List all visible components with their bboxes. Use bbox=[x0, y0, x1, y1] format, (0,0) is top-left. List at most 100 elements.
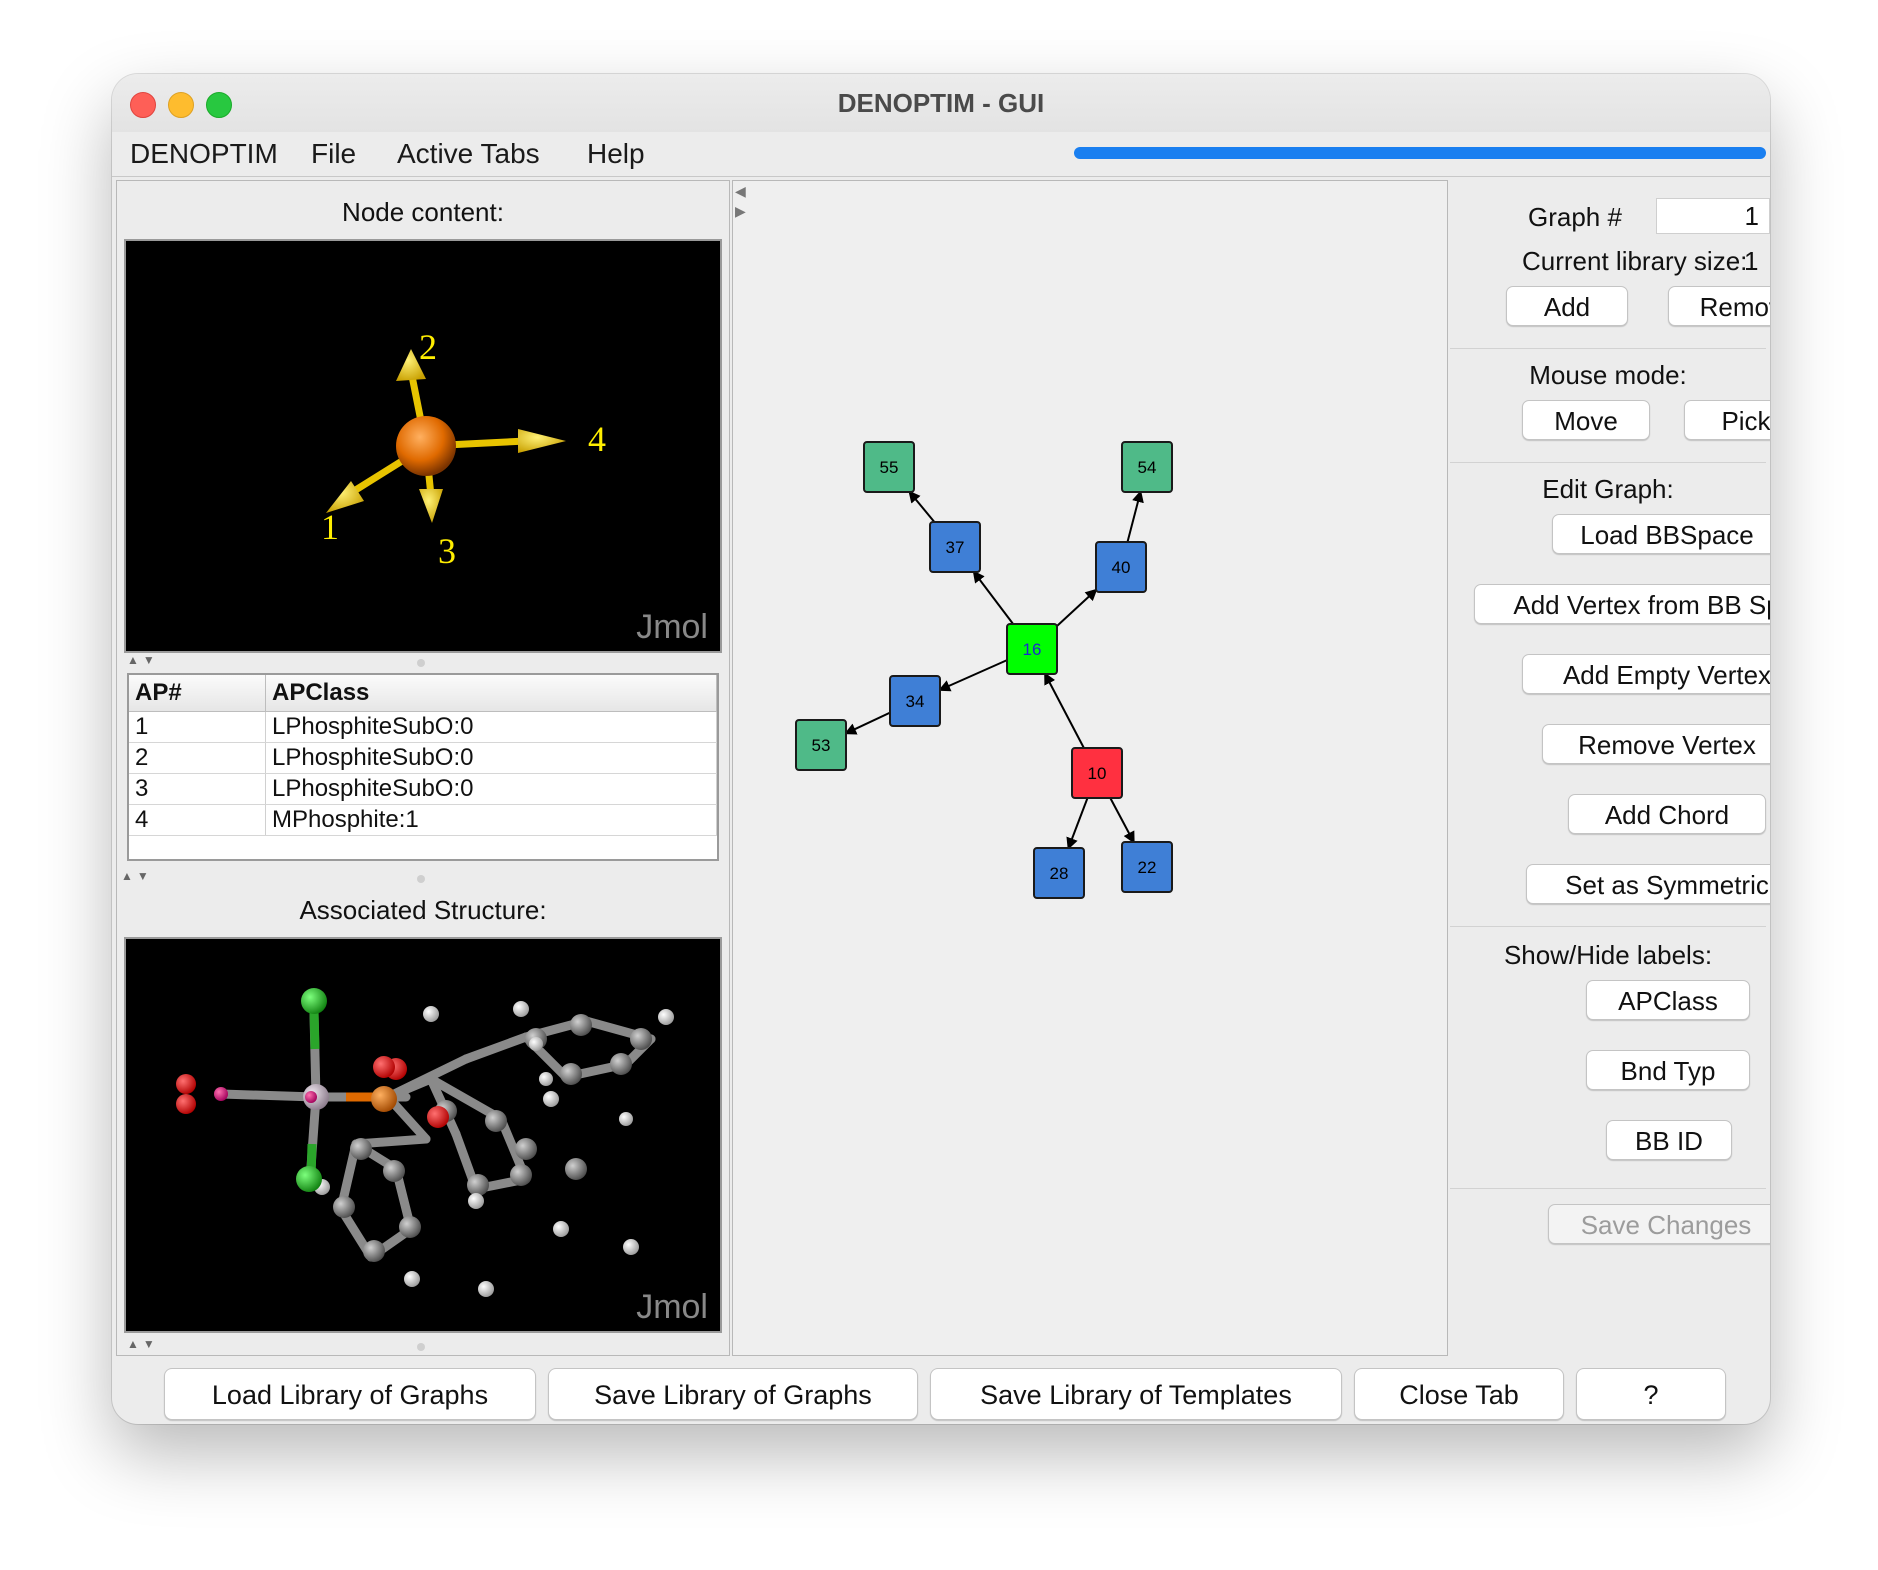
cell-ap[interactable]: 4 bbox=[129, 804, 266, 836]
table-row[interactable]: 2 LPhosphiteSubO:0 bbox=[129, 742, 717, 774]
save-changes-button[interactable]: Save Changes bbox=[1548, 1204, 1770, 1244]
graph-vertex-54[interactable]: 54 bbox=[1121, 441, 1173, 493]
window-title: DENOPTIM - GUI bbox=[837, 88, 1045, 118]
graph-view[interactable]: ◀ ▶ 16 10 37 40 34 28 22 55 54 53 bbox=[732, 180, 1448, 1356]
vertex-label: 40 bbox=[1112, 558, 1131, 577]
cell-apclass[interactable]: MPhosphite:1 bbox=[265, 804, 717, 836]
ap-label-1: 1 bbox=[321, 507, 339, 547]
graph-edge[interactable] bbox=[908, 490, 936, 523]
graph-canvas[interactable]: 16 10 37 40 34 28 22 55 54 53 bbox=[733, 181, 1447, 1355]
node-3d-viewer[interactable]: 2 4 1 3 Jmol bbox=[124, 239, 722, 653]
edit-graph-label: Edit Graph: bbox=[1542, 474, 1674, 504]
vertex-label: 28 bbox=[1050, 864, 1069, 883]
node-panel: Node content: 2 4 1 3 Jmol ▲▼ AP# APClas… bbox=[116, 180, 730, 1356]
add-empty-vertex-button[interactable]: Add Empty Vertex bbox=[1522, 654, 1770, 694]
graph-vertex-16[interactable]: 16 bbox=[1006, 623, 1058, 675]
collapse-left-icon[interactable]: ◀ bbox=[735, 183, 746, 200]
menu-help[interactable]: Help bbox=[587, 138, 645, 170]
graph-vertex-34[interactable]: 34 bbox=[889, 675, 941, 727]
app-window: DENOPTIM - GUI DENOPTIM File Active Tabs… bbox=[112, 74, 1770, 1424]
node-content-label: Node content: bbox=[342, 197, 504, 227]
graph-edge[interactable] bbox=[844, 711, 891, 735]
graph-edge[interactable] bbox=[938, 659, 1008, 692]
set-symmetric-button[interactable]: Set as Symmetric bbox=[1526, 864, 1770, 904]
splitter-handle[interactable] bbox=[417, 875, 425, 883]
menu-file[interactable]: File bbox=[311, 138, 356, 170]
graph-edge[interactable] bbox=[1044, 672, 1085, 749]
ap-label-2: 2 bbox=[419, 327, 437, 367]
graph-edge[interactable] bbox=[1126, 490, 1144, 543]
graph-vertex-55[interactable]: 55 bbox=[863, 441, 915, 493]
vertex-label: 53 bbox=[812, 736, 831, 755]
close-tab-button[interactable]: Close Tab bbox=[1354, 1368, 1564, 1420]
save-templates-button[interactable]: Save Library of Templates bbox=[930, 1368, 1342, 1420]
ap-label-4: 4 bbox=[588, 419, 606, 459]
pick-mode-button[interactable]: Pick bbox=[1684, 400, 1770, 440]
vertex-label: 55 bbox=[880, 458, 899, 477]
structure-3d-viewer[interactable]: Jmol bbox=[124, 937, 722, 1333]
cell-apclass[interactable]: LPhosphiteSubO:0 bbox=[265, 773, 717, 805]
title-bar: DENOPTIM - GUI bbox=[112, 74, 1770, 133]
menu-denoptim[interactable]: DENOPTIM bbox=[130, 138, 278, 170]
split-arrows-icon[interactable]: ▲▼ bbox=[121, 869, 153, 883]
separator bbox=[1450, 926, 1766, 927]
cell-apclass[interactable]: LPhosphiteSubO:0 bbox=[265, 711, 717, 743]
cell-ap[interactable]: 3 bbox=[129, 773, 266, 805]
vertex-label: 22 bbox=[1138, 858, 1157, 877]
vertex-label: 34 bbox=[906, 692, 925, 711]
table-row[interactable]: 4 MPhosphite:1 bbox=[129, 804, 717, 836]
jmol-label: Jmol bbox=[636, 608, 708, 646]
remove-graph-button[interactable]: Remove bbox=[1668, 286, 1770, 326]
apclass-label-button[interactable]: APClass bbox=[1586, 980, 1750, 1020]
col-header-apclass[interactable]: APClass bbox=[265, 675, 717, 712]
cell-ap[interactable]: 1 bbox=[129, 711, 266, 743]
vertex-label: 16 bbox=[1023, 640, 1042, 659]
graph-vertex-40[interactable]: 40 bbox=[1095, 541, 1147, 593]
graph-vertex-22[interactable]: 22 bbox=[1121, 841, 1173, 893]
graph-vertex-37[interactable]: 37 bbox=[929, 521, 981, 573]
load-library-button[interactable]: Load Library of Graphs bbox=[164, 1368, 536, 1420]
graph-vertex-10[interactable]: 10 bbox=[1071, 747, 1123, 799]
graph-edge[interactable] bbox=[1066, 797, 1089, 850]
load-bbspace-button[interactable]: Load BBSpace bbox=[1552, 514, 1770, 554]
col-header-ap[interactable]: AP# bbox=[129, 675, 266, 712]
bb-id-label-button[interactable]: BB ID bbox=[1606, 1120, 1732, 1160]
library-size-value: 1 bbox=[1744, 246, 1759, 276]
bond-type-label-button[interactable]: Bnd Typ bbox=[1586, 1050, 1750, 1090]
separator bbox=[1450, 1188, 1766, 1189]
save-library-button[interactable]: Save Library of Graphs bbox=[548, 1368, 918, 1420]
remove-vertex-button[interactable]: Remove Vertex bbox=[1542, 724, 1770, 764]
add-graph-button[interactable]: Add bbox=[1506, 286, 1628, 326]
node-molecule: 2 4 1 3 bbox=[321, 327, 606, 571]
control-panel: Graph # 1 ⌃ ⌄ Current library size: 1 Ad… bbox=[1450, 180, 1770, 1354]
jmol-label: Jmol bbox=[636, 1288, 708, 1326]
cell-apclass[interactable]: LPhosphiteSubO:0 bbox=[265, 742, 717, 774]
add-vertex-bb-button[interactable]: Add Vertex from BB Space bbox=[1474, 584, 1770, 624]
help-button[interactable]: ? bbox=[1576, 1368, 1726, 1420]
table-row[interactable]: 3 LPhosphiteSubO:0 bbox=[129, 773, 717, 805]
graph-edge[interactable] bbox=[1056, 588, 1098, 627]
split-arrows-icon[interactable]: ▲▼ bbox=[127, 653, 159, 667]
library-size-label: Current library size: bbox=[1522, 246, 1748, 276]
graph-edge[interactable] bbox=[972, 570, 1014, 625]
split-arrows-icon[interactable]: ▲▼ bbox=[127, 1337, 159, 1351]
table-row[interactable]: 1 LPhosphiteSubO:0 bbox=[129, 711, 717, 743]
collapse-right-icon[interactable]: ▶ bbox=[735, 203, 746, 220]
splitter-handle[interactable] bbox=[417, 1343, 425, 1351]
ap-label-3: 3 bbox=[438, 531, 456, 571]
splitter-handle[interactable] bbox=[417, 659, 425, 667]
cell-ap[interactable]: 2 bbox=[129, 742, 266, 774]
graph-number-label: Graph # bbox=[1528, 202, 1622, 232]
graph-number-input[interactable]: 1 bbox=[1656, 198, 1770, 234]
move-mode-button[interactable]: Move bbox=[1522, 400, 1650, 440]
separator bbox=[1450, 462, 1766, 463]
graph-edge[interactable] bbox=[1109, 797, 1135, 844]
graph-vertex-28[interactable]: 28 bbox=[1033, 847, 1085, 899]
graph-vertex-53[interactable]: 53 bbox=[795, 719, 847, 771]
separator bbox=[1450, 348, 1766, 349]
add-chord-button[interactable]: Add Chord bbox=[1568, 794, 1766, 834]
mouse-mode-label: Mouse mode: bbox=[1529, 360, 1687, 390]
ap-table: AP# APClass 1 LPhosphiteSubO:0 2 LPhosph… bbox=[127, 673, 719, 861]
menu-active-tabs[interactable]: Active Tabs bbox=[397, 138, 540, 170]
vertex-label: 37 bbox=[946, 538, 965, 557]
